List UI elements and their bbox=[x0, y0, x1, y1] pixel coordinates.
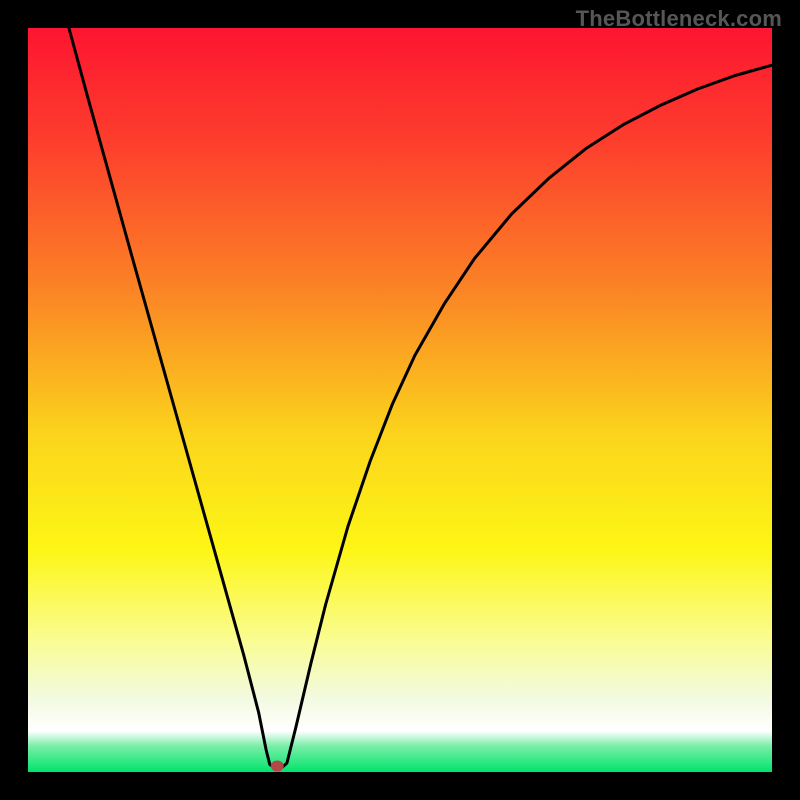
gradient-background bbox=[28, 28, 772, 772]
optimal-point-marker bbox=[271, 761, 284, 772]
watermark-label: TheBottleneck.com bbox=[576, 6, 782, 32]
chart-svg bbox=[28, 28, 772, 772]
chart-container: TheBottleneck.com bbox=[0, 0, 800, 800]
plot-area bbox=[28, 28, 772, 772]
